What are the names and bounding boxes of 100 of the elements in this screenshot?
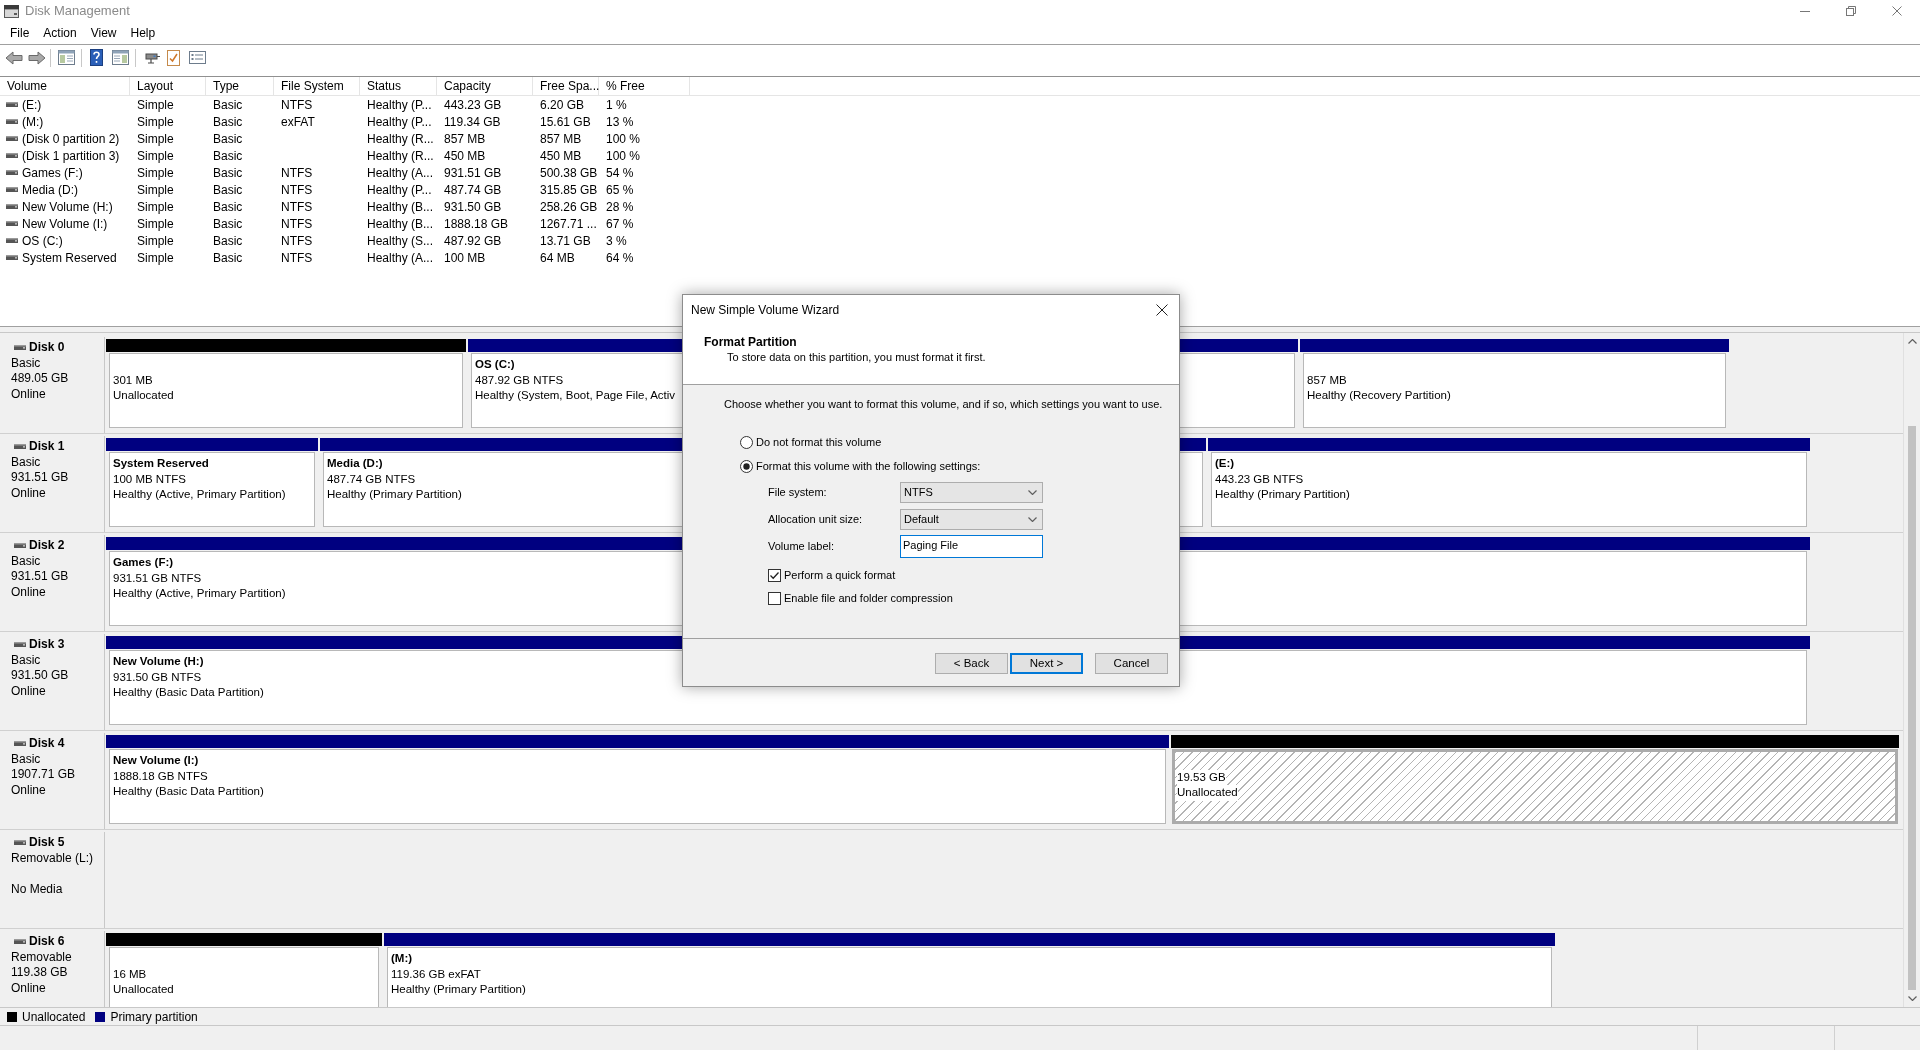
table-cell-text: 64 % [606,249,634,267]
table-cell-text: exFAT [281,113,315,131]
dialog-heading: Format Partition [703,335,797,349]
table-cell-text: 315.85 GB [540,181,598,199]
partition-text: Healthy (Recovery Partition) [1307,388,1451,403]
table-cell-text: 450 MB [540,147,582,165]
disk-name: Disk 1 [29,439,65,455]
table-cell-text: 1267.71 ... [540,215,597,233]
table-cell-text: Healthy (S... [367,232,434,250]
table-cell-text: Healthy (A... [367,164,434,182]
partition-text: 16 MB [113,966,147,982]
disk-status: Online [11,782,46,798]
table-cell-text: 931.50 GB [444,198,502,216]
table-cell-text: Simple [137,232,174,250]
table-cell-text: New Volume (I:) [22,215,108,233]
partition-title: New Volume (H:) [113,654,204,669]
table-cell-text: NTFS [281,249,313,267]
partition-text: Unallocated [113,982,174,997]
partition-text: Healthy (Primary Partition) [391,982,526,997]
table-cell-text: 100 % [606,147,641,165]
table-cell-text: 857 MB [540,130,582,148]
table-cell-text: (Disk 1 partition 3) [22,147,120,165]
table-cell-text: Simple [137,164,174,182]
partition-title: OS (C:) [475,357,515,372]
table-cell-text: Healthy (R... [367,130,434,148]
disk-status: Online [11,485,46,501]
disk-info: 931.50 GB [11,668,69,684]
partition-title: System Reserved [113,456,209,471]
table-cell-text: Healthy (P... [367,113,432,131]
partition-title: New Volume (I:) [113,753,199,768]
table-cell-text: (E:) [22,96,42,114]
table-cell-text: Basic [213,249,243,267]
disk-name: Disk 0 [29,340,65,356]
table-cell-text: NTFS [281,198,313,216]
table-cell-text: NTFS [281,181,313,199]
partition-text: 100 MB NTFS [113,471,186,487]
disk-info: Removable [11,949,72,965]
table-cell-text: 67 % [606,215,634,233]
table-cell-text: Basic [213,232,243,250]
table-cell-text: 487.92 GB [444,232,502,250]
partition-text: 487.74 GB NTFS [327,471,416,487]
partition-title: Games (F:) [113,555,174,570]
table-cell-text: 100 % [606,130,641,148]
partition-text: Healthy (Active, Primary Partition) [113,586,286,601]
table-cell-text: 28 % [606,198,634,216]
disk-name: Disk 2 [29,538,65,554]
legend-label: Primary partition [110,1008,198,1026]
table-cell-text: 54 % [606,164,634,182]
table-cell-text: 443.23 GB [444,96,502,114]
table-cell-text: 100 MB [444,249,486,267]
table-cell-text: Media (D:) [22,181,78,199]
partition-title: Media (D:) [327,456,383,471]
table-cell-text: Simple [137,181,174,199]
table-cell-text: NTFS [281,232,313,250]
disk-status: Online [11,386,46,402]
table-cell-text: (Disk 0 partition 2) [22,130,120,148]
table-cell-text: Basic [213,181,243,199]
table-cell-text: OS (C:) [22,232,63,250]
disk-status: Online [11,980,46,996]
table-cell-text: 13.71 GB [540,232,591,250]
disk-info: Basic [11,652,41,668]
table-cell-text: Simple [137,249,174,267]
disk-info: 931.51 GB [11,569,69,585]
partition-text: 443.23 GB NTFS [1215,471,1304,487]
table-cell-text: Simple [137,198,174,216]
field-label: Volume label: [768,539,836,555]
table-cell-text: NTFS [281,164,313,182]
partition-text: 1888.18 GB NTFS [113,768,208,784]
field-label: Allocation unit size: [768,512,864,528]
disk-info: Removable (L:) [11,850,94,866]
disk-info: Basic [11,751,41,767]
partition-title: (M:) [391,951,413,966]
table-cell-text: Healthy (R... [367,147,434,165]
partition-text: Unallocated [113,388,174,403]
table-cell-text: Simple [137,215,174,233]
table-cell-text: Healthy (B... [367,215,434,233]
disk-name: Disk 5 [29,835,65,851]
partition-title: (E:) [1215,456,1235,471]
table-cell-text: 1 % [606,96,627,114]
partition-text: 487.92 GB NTFS [475,372,564,388]
table-cell-text: Simple [137,113,174,131]
table-cell-text: Healthy (A... [367,249,434,267]
table-cell-text: Basic [213,147,243,165]
partition-text: Healthy (Primary Partition) [1215,487,1350,502]
disk-name: Disk 3 [29,637,65,653]
table-cell-text: 64 MB [540,249,575,267]
table-cell-text: System Reserved [22,249,117,267]
disk-status: Online [11,683,46,699]
table-cell-text: Basic [213,130,243,148]
table-cell-text: 450 MB [444,147,486,165]
table-cell-text: 6.20 GB [540,96,585,114]
table-cell-text: Basic [213,198,243,216]
table-cell-text: 1888.18 GB [444,215,509,233]
table-cell-text: 119.34 GB [444,113,501,131]
partition-text: 931.50 GB NTFS [113,669,202,685]
disk-info: Basic [11,553,41,569]
table-cell-text: 500.38 GB [540,164,598,182]
partition-text: 119.36 GB exFAT [391,966,481,982]
partition-text: 301 MB [113,372,153,388]
partition-text: Healthy (Active, Primary Partition) [113,487,286,502]
